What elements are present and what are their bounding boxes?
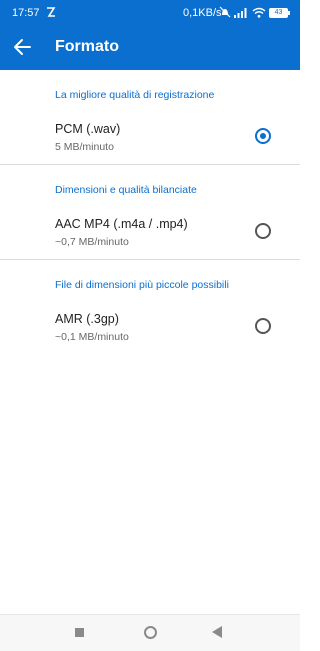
radio-unselected[interactable] xyxy=(255,318,271,334)
divider xyxy=(0,164,300,165)
arrow-left-icon[interactable] xyxy=(12,36,34,58)
option-name: PCM (.wav) xyxy=(55,122,121,136)
option-desc: ~0,7 MB/minuto xyxy=(55,236,129,248)
option-desc: 5 MB/minuto xyxy=(55,141,114,153)
home-icon[interactable] xyxy=(144,626,157,639)
back-icon[interactable] xyxy=(212,626,223,638)
navigation-bar xyxy=(0,614,300,651)
mute-icon xyxy=(219,6,231,18)
recent-apps-icon[interactable] xyxy=(75,628,84,637)
notification-icon xyxy=(47,7,56,17)
radio-selected[interactable] xyxy=(255,128,271,144)
app-bar: Formato xyxy=(0,26,300,70)
option-amr-3gp[interactable]: AMR (.3gp) ~0,1 MB/minuto xyxy=(0,312,300,362)
status-time: 17:57 xyxy=(12,7,40,19)
wifi-icon xyxy=(252,7,266,18)
signal-icon xyxy=(234,8,247,18)
section-header-balanced: Dimensioni e qualità bilanciate xyxy=(55,184,197,196)
section-header-smallest: File di dimensioni più piccole possibili xyxy=(55,279,229,291)
divider xyxy=(0,259,300,260)
option-name: AAC MP4 (.m4a / .mp4) xyxy=(55,217,188,231)
network-speed: 0,1KB/s xyxy=(183,7,222,19)
option-name: AMR (.3gp) xyxy=(55,312,119,326)
page-title: Formato xyxy=(55,38,119,55)
status-bar: 17:57 0,1KB/s 43 xyxy=(0,0,300,26)
section-header-best-quality: La migliore qualità di registrazione xyxy=(55,89,215,101)
battery-icon: 43 xyxy=(269,8,290,18)
option-desc: ~0,1 MB/minuto xyxy=(55,331,129,343)
radio-unselected[interactable] xyxy=(255,223,271,239)
